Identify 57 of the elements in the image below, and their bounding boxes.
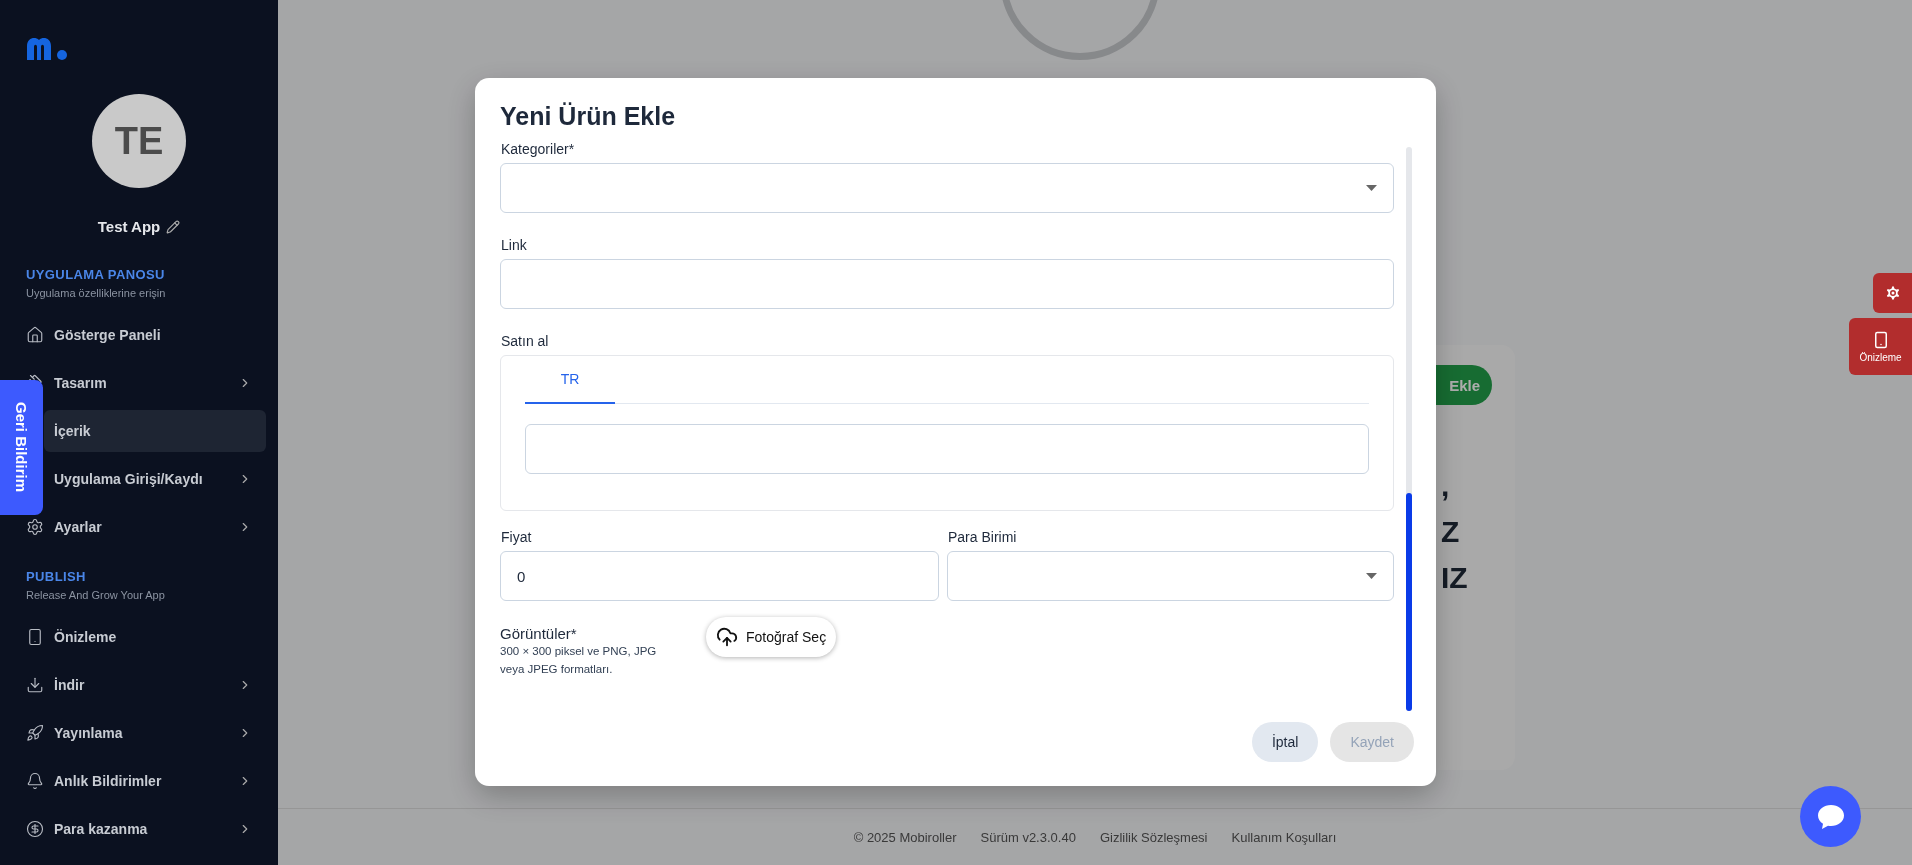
field-label: Link: [501, 237, 528, 253]
field-label: Kategoriler*: [501, 141, 576, 157]
menu-icon: [26, 819, 44, 839]
heading-text: ,: [1441, 469, 1451, 503]
buy-link-input[interactable]: [525, 424, 1369, 474]
menu-icon: [26, 675, 44, 695]
sidebar-item[interactable]: İndir: [44, 664, 266, 706]
footer-link[interactable]: Sürüm v2.3.0.40: [980, 829, 1076, 845]
sidebar-item[interactable]: Yayınlama: [44, 712, 266, 754]
footer-link[interactable]: Kullanım Koşulları: [1231, 829, 1337, 845]
choose-photo-button[interactable]: Fotoğraf Seç: [706, 617, 837, 657]
upload-icon: [716, 626, 738, 648]
feedback-tab[interactable]: Geri Bildirim: [0, 380, 43, 515]
field-label: Satın al: [501, 333, 550, 349]
field-label: Fiyat: [501, 529, 533, 545]
footer-link[interactable]: Gizlilik Sözleşmesi: [1099, 829, 1208, 845]
section-subtitle: Uygulama özelliklerine erişin: [25, 287, 167, 299]
dropdown-caret-icon: [1366, 573, 1377, 579]
cancel-button[interactable]: İptal: [1251, 722, 1319, 762]
scrollbar-thumb[interactable]: [1406, 493, 1412, 711]
image-hint: 300 × 300 piksel ve PNG, JPG veya JPEG formatları.: [500, 644, 658, 677]
menu-icon: [26, 517, 44, 537]
edit-icon[interactable]: [166, 219, 181, 234]
copyright-text: © 2025 Mobiroller: [853, 829, 957, 845]
settings-button[interactable]: [1873, 273, 1912, 313]
heading-text: Z: [1441, 515, 1461, 549]
avatar: TE: [92, 94, 186, 188]
field-label: Para Birimi: [948, 529, 1018, 545]
heading-text: IZ: [1441, 561, 1469, 595]
sidebar-item[interactable]: Tasarım: [44, 362, 266, 404]
app-name: Test App: [97, 218, 161, 235]
field-label: Görüntüler*: [500, 625, 578, 642]
sidebar-item[interactable]: Uygulama Girişi/Kaydı: [44, 458, 266, 500]
menu-icon: [26, 627, 44, 647]
section-title: UYGULAMA PANOSU: [25, 267, 166, 282]
link-input[interactable]: [500, 259, 1394, 309]
dialog-title: Yeni Ürün Ekle: [500, 102, 677, 131]
sidebar-item[interactable]: Önizleme: [44, 616, 266, 658]
language-tab[interactable]: TR: [525, 356, 615, 404]
menu-icon: [26, 723, 44, 743]
price-input[interactable]: 0: [500, 551, 939, 601]
scrollbar[interactable]: [1406, 147, 1412, 711]
sidebar-item[interactable]: Anlık Bildirimler: [44, 760, 266, 802]
preview-button[interactable]: Önizleme: [1849, 318, 1912, 375]
section-title: PUBLISH: [25, 569, 87, 584]
sidebar-item[interactable]: Para kazanma: [44, 808, 266, 850]
chat-bubble-icon: [1816, 803, 1845, 830]
sidebar-item[interactable]: Ayarlar: [44, 506, 266, 548]
sidebar-item[interactable]: Gösterge Paneli: [44, 314, 266, 356]
chat-button[interactable]: [1800, 786, 1861, 847]
dropdown-caret-icon: [1366, 185, 1377, 191]
categories-select[interactable]: [500, 163, 1394, 213]
menu-icon: [26, 325, 44, 345]
section-subtitle: Release And Grow Your App: [25, 589, 166, 601]
menu-icon: [26, 771, 44, 791]
currency-select[interactable]: [947, 551, 1394, 601]
sidebar-item[interactable]: İçerik: [44, 410, 266, 452]
